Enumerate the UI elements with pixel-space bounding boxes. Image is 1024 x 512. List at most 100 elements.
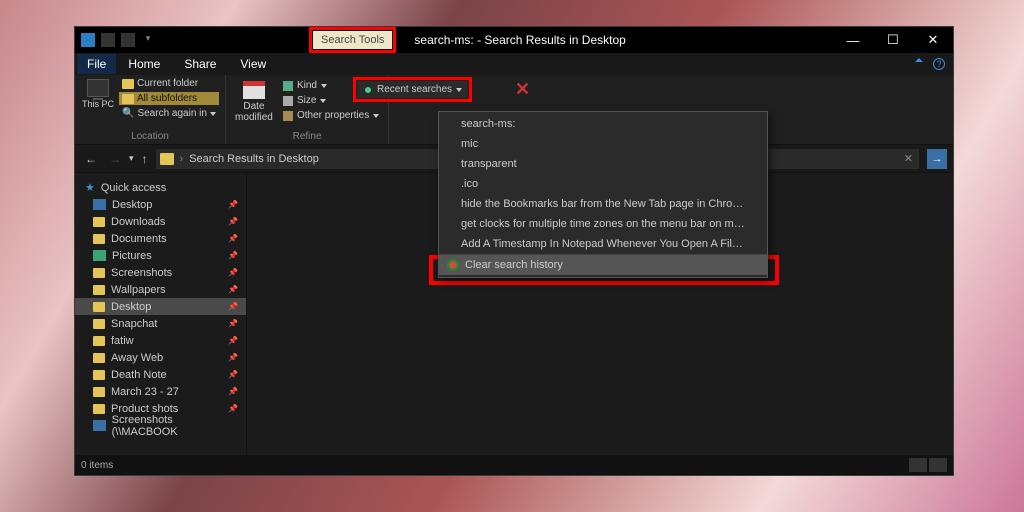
date-modified-button[interactable]: Date modified <box>232 77 276 123</box>
sidebar-item-label: Wallpapers <box>111 284 166 296</box>
recent-search-item[interactable]: mic <box>439 134 767 154</box>
star-icon: ★ <box>85 181 95 194</box>
pin-icon: 📌 <box>228 336 238 345</box>
tab-share[interactable]: Share <box>172 54 228 74</box>
nav-back[interactable]: ← <box>81 152 101 166</box>
pin-icon: 📌 <box>228 387 238 396</box>
folder-icon <box>93 302 105 312</box>
view-large-button[interactable] <box>929 458 947 472</box>
sidebar-item-march-23-27[interactable]: March 23 - 27 📌 <box>75 383 246 400</box>
menu-row: File Home Share View ? <box>75 53 953 75</box>
size-icon <box>283 96 293 106</box>
pin-icon: 📌 <box>228 200 238 209</box>
sidebar-item-label: Screenshots <box>111 267 172 279</box>
view-details-button[interactable] <box>909 458 927 472</box>
highlight-search-tools: Search Tools <box>309 27 396 53</box>
sidebar-item-desktop[interactable]: Desktop 📌 <box>75 298 246 315</box>
close-search-icon[interactable]: ✕ <box>515 79 530 100</box>
kind-icon <box>283 81 293 91</box>
recent-icon <box>363 85 373 95</box>
sidebar-item-label: Snapchat <box>111 318 157 330</box>
recent-searches-dropdown: search-ms:mictransparent.icohide the Boo… <box>438 111 768 278</box>
tab-view[interactable]: View <box>228 54 278 74</box>
sidebar-item-desktop[interactable]: Desktop 📌 <box>75 196 246 213</box>
nav-history-dropdown[interactable]: ▾ <box>129 153 134 164</box>
sidebar-item-label: Desktop <box>112 199 152 211</box>
pin-icon: 📌 <box>228 353 238 362</box>
nav-forward[interactable]: → <box>105 152 125 166</box>
collapse-ribbon-icon[interactable] <box>915 58 923 62</box>
recent-search-item[interactable]: Add A Timestamp In Notepad Whenever You … <box>439 234 767 254</box>
status-bar: 0 items <box>75 455 953 475</box>
minimize-button[interactable]: — <box>833 27 873 53</box>
sidebar-item-away-web[interactable]: Away Web📌 <box>75 349 246 366</box>
recent-search-item[interactable]: .ico <box>439 174 767 194</box>
tab-home[interactable]: Home <box>116 54 172 74</box>
pin-icon: 📌 <box>228 285 238 294</box>
recent-search-item[interactable]: transparent <box>439 154 767 174</box>
sidebar-item-screenshots[interactable]: Screenshots 📌 <box>75 264 246 281</box>
pin-icon: 📌 <box>228 370 238 379</box>
recent-search-item[interactable]: search-ms: <box>439 114 767 134</box>
breadcrumb: Search Results in Desktop <box>189 153 319 165</box>
all-subfolders-button[interactable]: All subfolders <box>119 92 219 105</box>
folder-icon <box>93 353 105 363</box>
go-button[interactable]: → <box>927 149 947 169</box>
sidebar-item-documents[interactable]: Documents📌 <box>75 230 246 247</box>
recent-searches-button[interactable]: Recent searches <box>357 81 468 98</box>
qat-icon-2[interactable] <box>121 33 135 47</box>
folder-icon <box>93 319 105 329</box>
sidebar-item-pictures[interactable]: Pictures📌 <box>75 247 246 264</box>
sidebar: ★Quick access Desktop📌Downloads📌Document… <box>75 173 247 455</box>
nav-up[interactable]: ↑ <box>138 152 152 166</box>
sidebar-item-label: March 23 - 27 <box>111 386 179 398</box>
other-props-button[interactable]: Other properties <box>280 109 382 122</box>
folder-icon <box>93 234 105 244</box>
close-button[interactable]: ✕ <box>913 27 953 53</box>
sidebar-item-downloads[interactable]: Downloads📌 <box>75 213 246 230</box>
folder-icon <box>160 153 174 165</box>
folder-icon <box>93 336 105 346</box>
drive-icon <box>93 199 106 210</box>
sidebar-item-wallpapers[interactable]: Wallpapers 📌 <box>75 281 246 298</box>
folder-icon <box>93 285 105 295</box>
help-icon[interactable]: ? <box>933 58 945 70</box>
sidebar-item-death-note[interactable]: Death Note 📌 <box>75 366 246 383</box>
sidebar-item-label: Screenshots (\\MACBOOK <box>112 414 238 438</box>
this-pc-button[interactable]: This PC <box>81 77 115 109</box>
recent-search-item[interactable]: get clocks for multiple time zones on th… <box>439 214 767 234</box>
search-icon: 🔍 <box>122 108 134 119</box>
pin-icon: 📌 <box>228 234 238 243</box>
sidebar-item-label: Death Note <box>111 369 167 381</box>
qat-icon-1[interactable] <box>101 33 115 47</box>
this-pc-label: This PC <box>82 99 114 109</box>
sidebar-item-snapchat[interactable]: Snapchat📌 <box>75 315 246 332</box>
pin-icon: 📌 <box>228 302 238 311</box>
qat-dropdown[interactable]: ▾ <box>141 33 155 47</box>
file-menu[interactable]: File <box>77 54 116 74</box>
sidebar-item-screenshots-macbook[interactable]: Screenshots (\\MACBOOK <box>75 417 246 434</box>
app-icon <box>81 33 95 47</box>
pin-icon: 📌 <box>228 268 238 277</box>
sidebar-item-fatiw[interactable]: fatiw📌 <box>75 332 246 349</box>
quick-access[interactable]: ★Quick access <box>75 179 246 196</box>
search-again-button[interactable]: 🔍Search again in <box>119 107 219 120</box>
props-icon <box>283 111 293 121</box>
title-bar: ▾ Search Tools search-ms: - Search Resul… <box>75 27 953 53</box>
maximize-button[interactable]: ☐ <box>873 27 913 53</box>
calendar-icon <box>243 81 265 99</box>
recent-search-item[interactable]: hide the Bookmarks bar from the New Tab … <box>439 194 767 214</box>
sidebar-item-label: Desktop <box>111 301 151 313</box>
chevron-down-icon <box>456 88 462 92</box>
context-tab-search-tools[interactable]: Search Tools <box>313 31 392 49</box>
clear-search-icon[interactable]: ✕ <box>904 152 913 165</box>
folder-icon <box>93 387 105 397</box>
folder-icon <box>93 217 105 227</box>
pc-icon <box>87 79 109 97</box>
pin-icon: 📌 <box>228 217 238 226</box>
folder-icon <box>122 79 134 89</box>
group-location-label: Location <box>81 129 219 142</box>
folder-icon <box>93 404 105 414</box>
current-folder-button[interactable]: Current folder <box>119 77 219 90</box>
clear-search-history[interactable]: Clear search history <box>439 254 767 275</box>
